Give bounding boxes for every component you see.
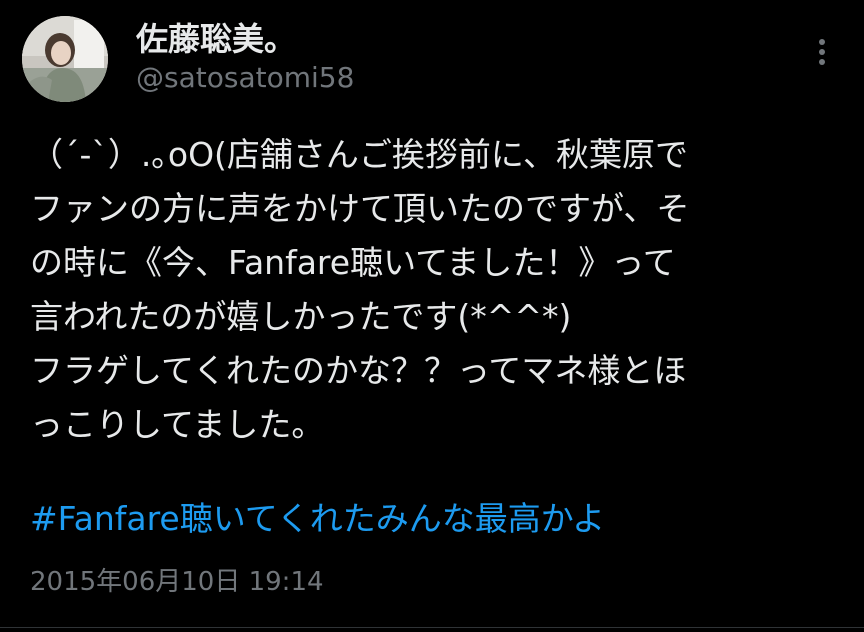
user-avatar-photo-icon <box>22 16 108 102</box>
tweet-card: 佐藤聡美。 @satosatomi58 （´-`）.｡oO(店舗さんご挨拶前に、… <box>0 0 864 632</box>
more-options-button[interactable] <box>806 30 838 74</box>
tweet-timestamp[interactable]: 2015年06月10日 19:14 <box>30 562 324 602</box>
more-vertical-icon <box>819 39 825 65</box>
author-avatar[interactable] <box>22 16 108 102</box>
tweet-text-line: の時に《今、Fanfare聴いてました！》って <box>30 243 676 282</box>
author-handle[interactable]: @satosatomi58 <box>136 60 354 96</box>
divider <box>0 627 864 628</box>
hashtag-link[interactable]: #Fanfare聴いてくれたみんな最高かよ <box>30 492 605 546</box>
tweet-text: （´-`）.｡oO(店舗さんご挨拶前に、秋葉原で ファンの方に声をかけて頂いたの… <box>30 128 840 452</box>
tweet-text-line: 言われたのが嬉しかったです(*^^*) <box>30 297 572 336</box>
tweet-text-line: フラゲしてくれたのかな？？ってマネ様とほ <box>30 351 687 390</box>
tweet-text-line: っこりしてました。 <box>30 405 325 444</box>
tweet-text-line: （´-`）.｡oO(店舗さんご挨拶前に、秋葉原で <box>30 135 688 174</box>
tweet-text-line: ファンの方に声をかけて頂いたのですが、そ <box>30 189 690 228</box>
author-display-name[interactable]: 佐藤聡美。 <box>136 19 296 59</box>
